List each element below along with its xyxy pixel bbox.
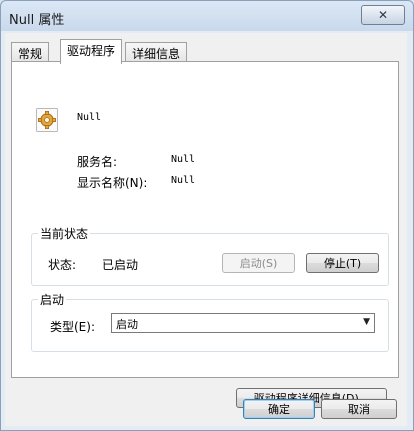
current-status-title: 当前状态: [38, 225, 91, 242]
gear-icon: [36, 108, 58, 132]
cancel-button[interactable]: 取消: [321, 399, 397, 419]
service-name-label: 服务名:: [77, 155, 118, 169]
close-button[interactable]: ✕: [361, 5, 405, 25]
driver-name: Null: [77, 112, 102, 123]
status-label: 状态:: [48, 258, 77, 272]
display-name-label: 显示名称(N):: [77, 176, 148, 190]
properties-dialog: Null 属性 ✕ 常规 驱动程序 详细信息 Null 服务名: Null 显示…: [0, 0, 414, 431]
start-button[interactable]: 启动(S): [222, 253, 295, 273]
close-icon: ✕: [377, 8, 389, 22]
startup-type-select[interactable]: 启动 ▼: [111, 313, 375, 333]
chevron-down-icon: ▼: [363, 317, 370, 327]
service-name-value: Null: [171, 154, 196, 165]
display-name-value: Null: [171, 175, 196, 186]
startup-group-title: 启动: [38, 291, 67, 308]
startup-type-label: 类型(E):: [50, 320, 95, 334]
ok-button[interactable]: 确定: [243, 399, 315, 419]
dialog-client-area: 常规 驱动程序 详细信息 Null 服务名: Null 显示名称(N): Nul…: [5, 33, 407, 426]
status-value: 已启动: [102, 258, 139, 272]
driver-tab-panel: Null 服务名: Null 显示名称(N): Null 当前状态 状态: 已启…: [11, 61, 399, 408]
current-status-group: 当前状态 状态: 已启动 启动(S) 停止(T): [31, 225, 389, 286]
window-title: Null 属性: [9, 13, 65, 28]
stop-button[interactable]: 停止(T): [306, 253, 379, 273]
title-bar[interactable]: Null 属性 ✕: [1, 1, 413, 31]
tab-driver[interactable]: 驱动程序: [60, 39, 123, 64]
tab-general[interactable]: 常规: [11, 42, 50, 63]
tab-details[interactable]: 详细信息: [125, 42, 188, 63]
startup-type-value: 启动: [116, 318, 138, 331]
